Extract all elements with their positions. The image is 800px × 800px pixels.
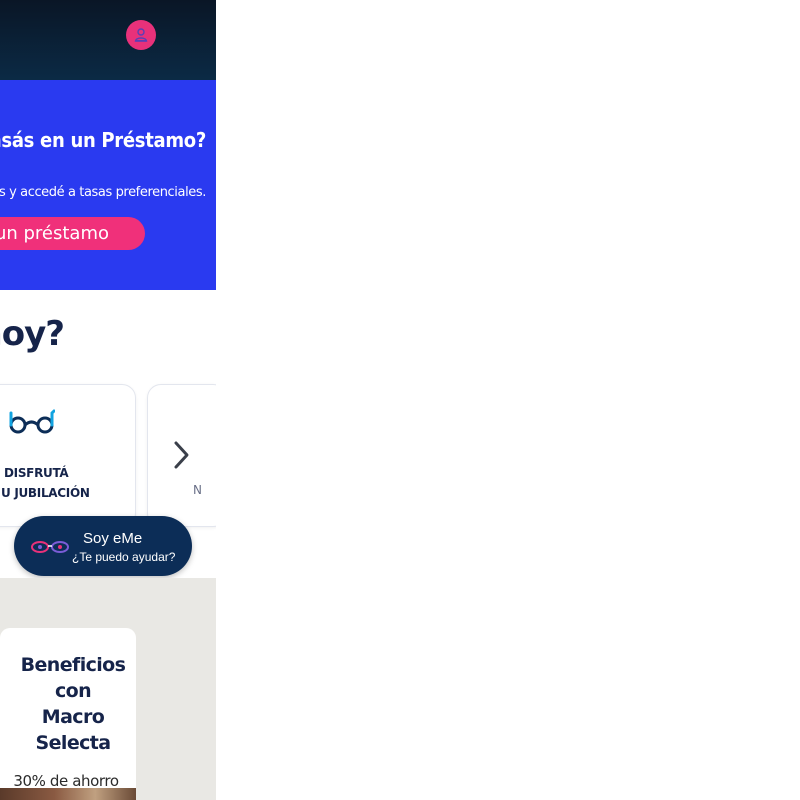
- eyes-icon: [31, 541, 69, 553]
- card-label: N: [193, 483, 202, 497]
- chat-assistant-button[interactable]: Soy eMe ¿Te puedo ayudar?: [14, 516, 192, 576]
- chevron-right-icon[interactable]: [170, 440, 192, 470]
- glasses-icon: [9, 409, 55, 434]
- loan-cta-button[interactable]: un préstamo: [0, 217, 145, 250]
- mobile-viewport: ensás en un Préstamo? ros y accedé a tas…: [0, 0, 216, 800]
- hero-title: ensás en un Préstamo?: [0, 128, 206, 152]
- top-header: [0, 0, 216, 80]
- loan-hero-banner: ensás en un Préstamo? ros y accedé a tas…: [0, 80, 216, 290]
- card-label: DISFRUTÁ U JUBILACIÓN: [1, 466, 90, 500]
- benefit-title: Beneficios con Macro Selecta: [20, 654, 126, 754]
- benefit-photo: [0, 788, 136, 800]
- chat-subtitle: ¿Te puedo ayudar?: [72, 550, 176, 564]
- card-disfruta-jubilacion[interactable]: DISFRUTÁ U JUBILACIÓN: [0, 384, 136, 527]
- benefit-card[interactable]: Beneficios con Macro Selecta 30% de ahor…: [0, 628, 136, 800]
- hero-subtitle: ros y accedé a tasas preferenciales.: [0, 185, 206, 200]
- person-icon: [134, 28, 148, 42]
- section-heading: hoy?: [0, 314, 65, 354]
- benefits-section: Beneficios con Macro Selecta 30% de ahor…: [0, 578, 216, 800]
- chat-title: Soy eMe: [83, 530, 143, 547]
- profile-button[interactable]: [126, 20, 156, 50]
